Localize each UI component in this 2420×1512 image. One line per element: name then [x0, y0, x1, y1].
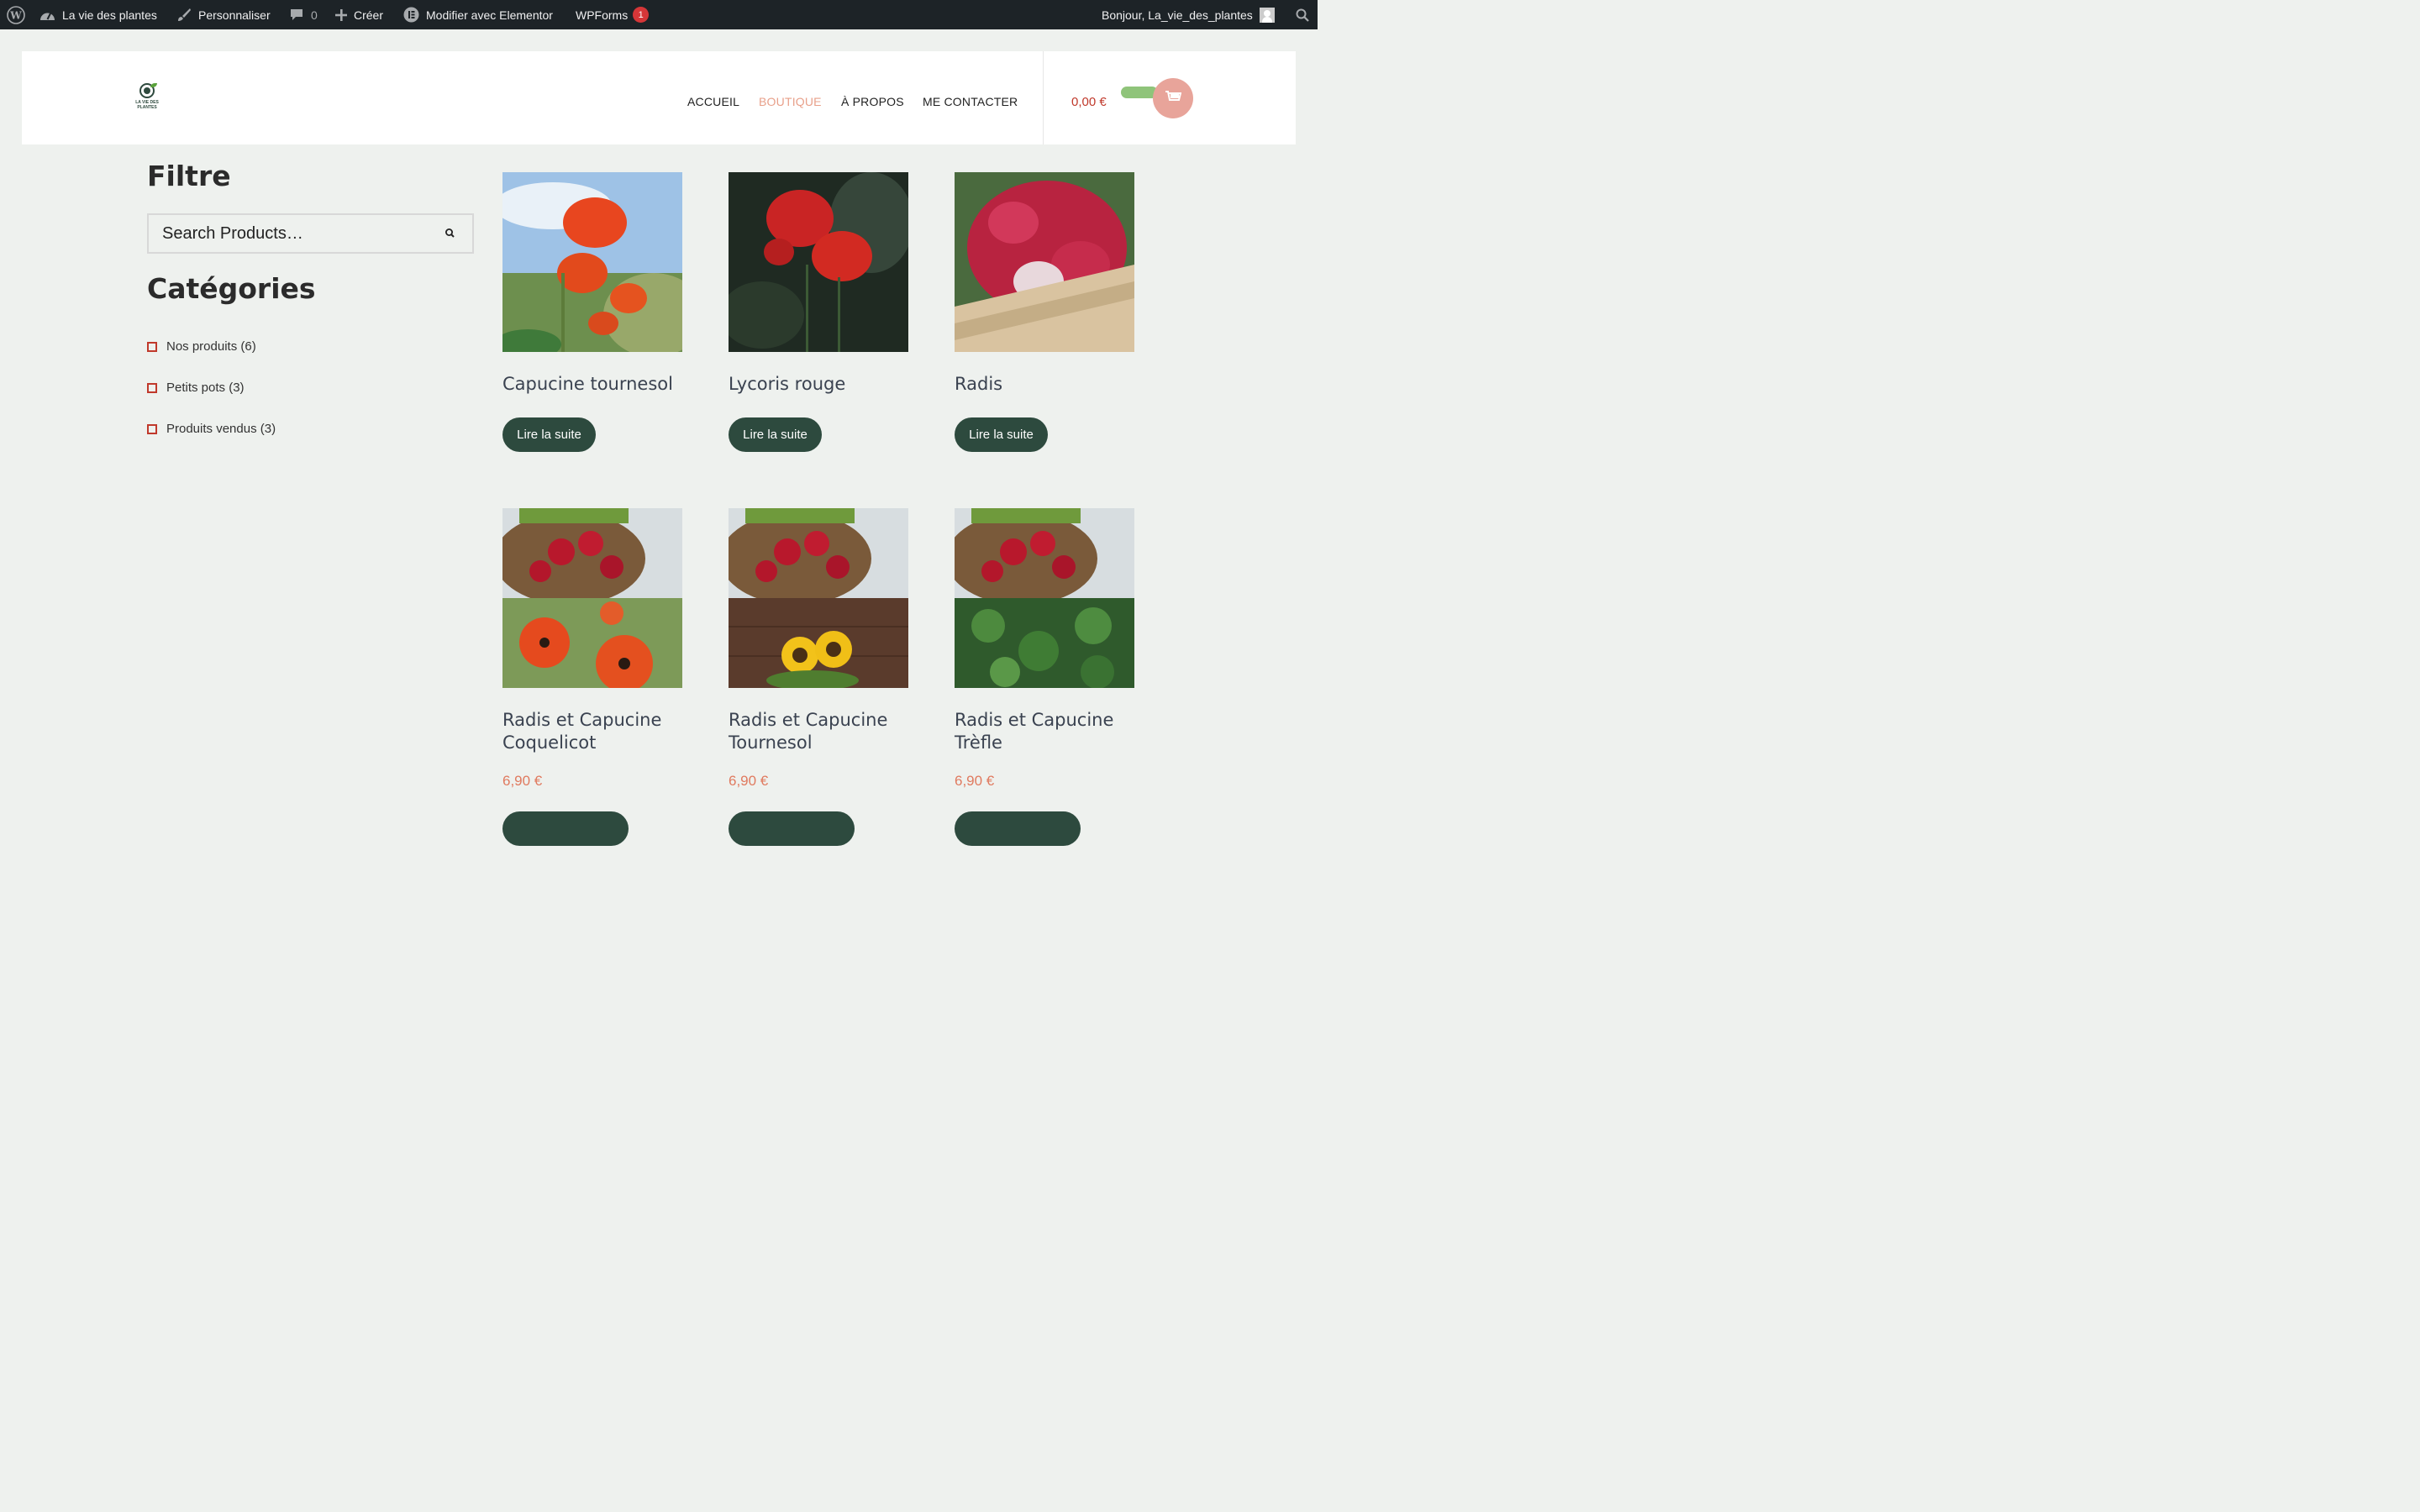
admin-search-icon[interactable]	[1296, 0, 1309, 29]
dashboard-icon	[39, 8, 55, 22]
add-to-cart-button[interactable]	[955, 811, 1081, 846]
nav-boutique[interactable]: BOUTIQUE	[759, 95, 822, 108]
product-price: 6,90 €	[729, 773, 769, 789]
greeting-label: Bonjour, La_vie_des_plantes	[1102, 8, 1253, 22]
product-title[interactable]: Lycoris rouge	[729, 373, 939, 396]
product-title[interactable]: Capucine tournesol	[502, 373, 713, 396]
product-title[interactable]: Radis	[955, 373, 1165, 396]
cart-total[interactable]: 0,00 €	[1071, 95, 1107, 109]
product-image[interactable]	[955, 172, 1134, 352]
product-price: 6,90 €	[502, 773, 543, 789]
product-title[interactable]: Radis et Capucine Coquelicot	[502, 709, 713, 754]
category-bullet	[147, 341, 157, 352]
elementor-label: Modifier avec Elementor	[426, 8, 553, 22]
add-to-cart-button[interactable]	[502, 811, 629, 846]
category-item[interactable]: Produits vendus (3)	[147, 422, 276, 436]
wpforms-menu[interactable]: WPForms 1	[576, 0, 650, 29]
add-to-cart-button[interactable]	[729, 811, 855, 846]
comment-icon	[289, 8, 304, 22]
header-divider	[1043, 51, 1044, 144]
category-label: Nos produits (6)	[166, 339, 256, 354]
site-name-label: La vie des plantes	[62, 8, 157, 22]
category-bullet	[147, 423, 157, 434]
nav-me-contacter[interactable]: ME CONTACTER	[923, 95, 1018, 108]
new-content-menu[interactable]: Créer	[335, 0, 383, 29]
wordpress-logo-icon[interactable]: W	[7, 0, 25, 29]
category-bullet	[147, 382, 157, 393]
categories-heading: Catégories	[147, 272, 316, 305]
product-search-input[interactable]	[149, 215, 448, 252]
nav-accueil[interactable]: ACCUEIL	[687, 95, 739, 108]
read-more-button[interactable]: Lire la suite	[955, 417, 1048, 452]
comments-menu[interactable]: 0	[289, 0, 318, 29]
paintbrush-icon	[176, 8, 192, 23]
plus-icon	[335, 8, 347, 21]
site-logo[interactable]: LA VIE DES PLANTES	[131, 83, 163, 115]
category-item[interactable]: Petits pots (3)	[147, 381, 245, 395]
admin-bar: W La vie des plantes Personnaliser 0 Cré…	[0, 0, 1318, 29]
svg-text:W: W	[9, 9, 22, 21]
product-image[interactable]	[955, 508, 1134, 688]
avatar	[1259, 7, 1275, 23]
category-item[interactable]: Nos produits (6)	[147, 339, 256, 354]
product-image[interactable]	[729, 508, 908, 688]
product-image[interactable]	[502, 508, 682, 688]
product-title[interactable]: Radis et Capucine Tournesol	[729, 709, 939, 754]
customize-menu[interactable]: Personnaliser	[176, 0, 271, 29]
elementor-menu[interactable]: Modifier avec Elementor	[403, 0, 553, 29]
comments-count: 0	[311, 8, 318, 22]
site-name-menu[interactable]: La vie des plantes	[39, 0, 157, 29]
category-label: Produits vendus (3)	[166, 422, 276, 436]
read-more-button[interactable]: Lire la suite	[729, 417, 822, 452]
nav-a-propos[interactable]: À PROPOS	[841, 95, 904, 108]
wpforms-label: WPForms	[576, 8, 629, 22]
logo-text: LA VIE DES PLANTES	[135, 100, 159, 110]
logo-mark	[139, 83, 157, 98]
new-label: Créer	[354, 8, 384, 22]
read-more-button[interactable]: Lire la suite	[502, 417, 596, 452]
cart-button[interactable]	[1153, 78, 1193, 118]
elementor-icon	[403, 7, 419, 23]
wpforms-notification-badge: 1	[633, 7, 650, 23]
product-price: 6,90 €	[955, 773, 995, 789]
product-image[interactable]	[729, 172, 908, 352]
product-search	[147, 213, 474, 254]
customize-label: Personnaliser	[198, 8, 271, 22]
product-image[interactable]	[502, 172, 682, 352]
cart-icon	[1165, 90, 1182, 108]
site-header: LA VIE DES PLANTES ACCUEIL BOUTIQUE À PR…	[22, 51, 1296, 144]
search-icon[interactable]	[444, 227, 457, 240]
product-title[interactable]: Radis et Capucine Trèfle	[955, 709, 1165, 754]
category-label: Petits pots (3)	[166, 381, 245, 395]
filter-heading: Filtre	[147, 160, 231, 192]
my-account-menu[interactable]: Bonjour, La_vie_des_plantes	[1102, 0, 1275, 29]
